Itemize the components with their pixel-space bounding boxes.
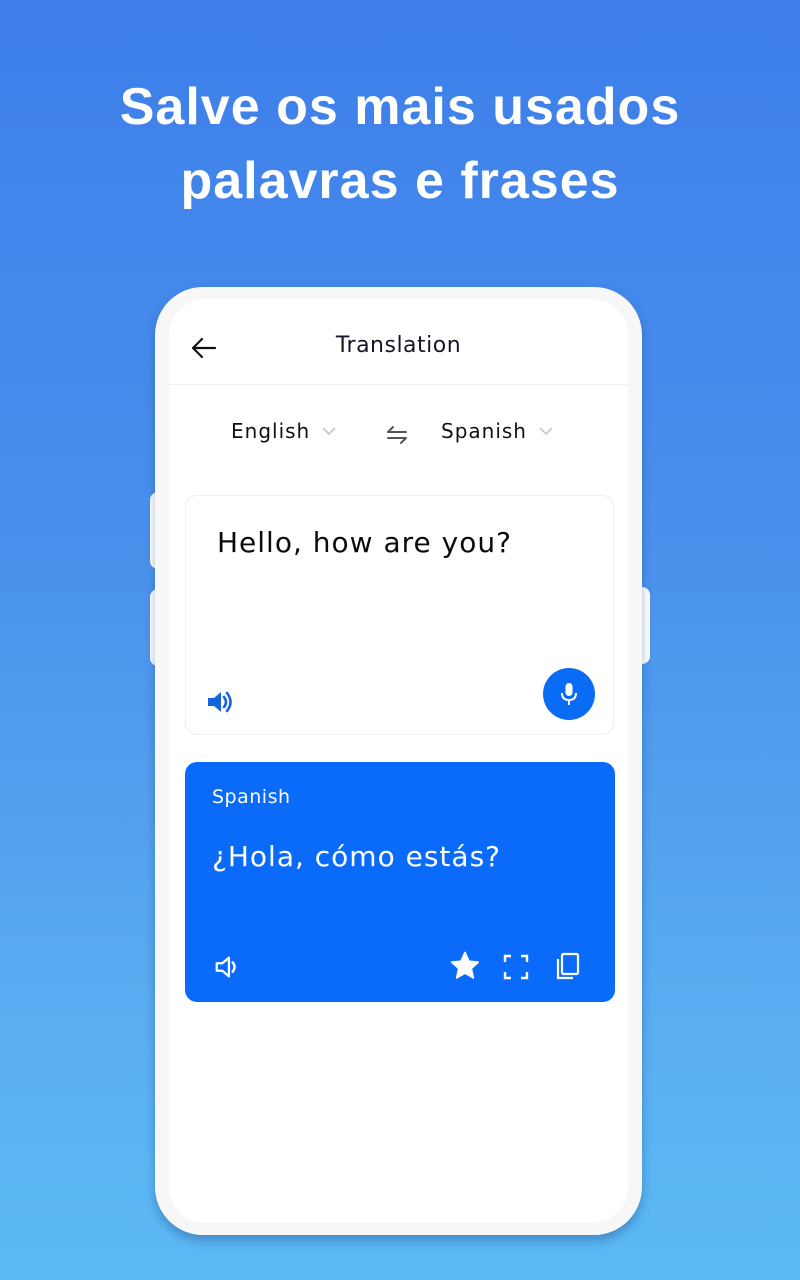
phone-frame: Translation English Spanish Hello, how a… — [155, 287, 642, 1235]
fullscreen-button[interactable] — [501, 952, 531, 982]
source-language-label: English — [231, 419, 311, 443]
promo-headline: Salve os mais usados palavras e frases — [0, 70, 800, 218]
swap-languages-button[interactable] — [385, 423, 409, 447]
favorite-button[interactable] — [448, 949, 482, 983]
language-selector-row: English Spanish — [169, 419, 628, 459]
result-speak-button[interactable] — [213, 952, 243, 982]
page-title: Translation — [335, 333, 462, 358]
chevron-down-icon — [539, 427, 553, 436]
target-language-label: Spanish — [441, 419, 527, 443]
microphone-icon — [561, 683, 577, 705]
source-speak-button[interactable] — [204, 686, 236, 718]
copy-icon — [556, 952, 580, 980]
speaker-icon — [215, 956, 236, 978]
headline-line-1: Salve os mais usados — [119, 78, 681, 136]
source-text-input[interactable]: Hello, how are you? — [217, 526, 593, 559]
translation-result-card: Spanish ¿Hola, cómo estás? — [185, 762, 615, 1002]
microphone-button[interactable] — [543, 668, 595, 720]
chevron-down-icon — [322, 427, 336, 436]
headline-line-2: palavras e frases — [180, 152, 620, 210]
result-language-label: Spanish — [212, 786, 291, 808]
top-app-bar: Translation — [169, 299, 628, 385]
speaker-icon — [208, 691, 232, 713]
star-icon — [450, 951, 480, 979]
source-text-card: Hello, how are you? — [185, 495, 614, 735]
target-language-dropdown[interactable]: Spanish — [441, 419, 555, 443]
source-language-dropdown[interactable]: English — [231, 419, 338, 443]
fullscreen-icon — [503, 954, 529, 980]
phone-screen: Translation English Spanish Hello, how a… — [169, 299, 628, 1223]
translated-text: ¿Hola, cómo estás? — [212, 840, 502, 873]
copy-button[interactable] — [553, 951, 583, 981]
swap-arrows-icon — [387, 426, 407, 444]
